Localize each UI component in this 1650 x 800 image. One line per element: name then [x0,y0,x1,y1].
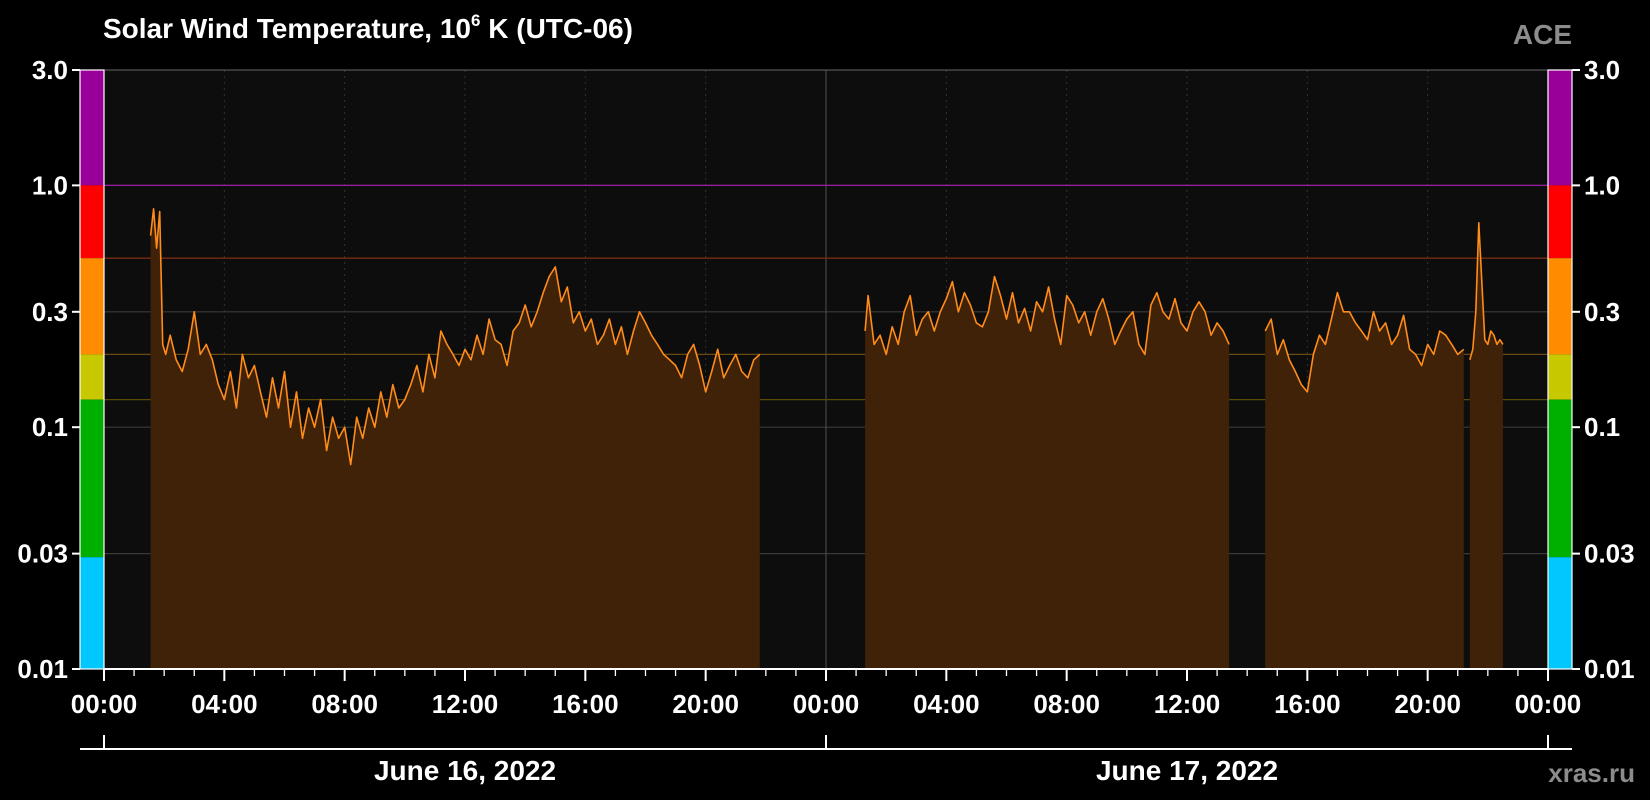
left-scale-band [80,557,104,669]
y-tick-label-right: 3.0 [1584,55,1620,85]
left-scale-band [80,70,104,186]
right-scale-bar [1547,69,1573,670]
x-axis: 00:00 04:00 08:00 12:00 16:00 20:00 00:00 04:00… [71,668,1582,719]
x-tick-label: 04:00 [913,689,980,719]
chart-title: Solar Wind Temperature, 106 K (UTC-06) [103,11,633,44]
chart-title-exponent: 6 [471,11,480,30]
y-axis-left: 3.0 1.0 0.3 0.1 0.03 0.01 [17,55,80,684]
right-scale-band [1548,70,1572,186]
x-tick-label: 00:00 [793,689,860,719]
solar-wind-temperature-chart: Solar Wind Temperature, 106 K (UTC-06) A… [17,11,1635,788]
y-tick-label-left: 1.0 [32,170,68,200]
y-tick-label-right: 1.0 [1584,170,1620,200]
y-tick-label-left: 0.3 [32,297,68,327]
y-tick-label-right: 0.01 [1584,654,1635,684]
y-tick-label-right: 0.3 [1584,297,1620,327]
x-tick-label: 08:00 [311,689,378,719]
x-tick-label: 20:00 [672,689,739,719]
x-tick-label: 16:00 [1274,689,1341,719]
right-scale-band [1548,185,1572,259]
x-tick-label: 00:00 [71,689,138,719]
date-axis: June 16, 2022 June 17, 2022 [80,735,1572,786]
y-tick-label-right: 0.03 [1584,539,1635,569]
x-tick-label: 08:00 [1033,689,1100,719]
temperature-fill-segment [865,276,1230,669]
right-scale-band [1548,399,1572,558]
x-tick-label: 16:00 [552,689,619,719]
x-tick-label: 04:00 [191,689,258,719]
credit-label: xras.ru [1548,758,1635,788]
date-label: June 16, 2022 [374,755,556,786]
y-tick-label-left: 0.01 [17,654,68,684]
left-scale-bar [79,69,105,670]
left-scale-band [80,258,104,355]
right-scale-band [1548,557,1572,669]
right-scale-band [1548,354,1572,400]
x-tick-label: 12:00 [1154,689,1221,719]
y-tick-label-left: 0.03 [17,539,68,569]
y-tick-label-left: 0.1 [32,412,68,442]
x-tick-label: 20:00 [1394,689,1461,719]
chart-title-tail: K (UTC-06) [480,13,632,44]
brand-label: ACE [1513,19,1572,50]
date-label: June 17, 2022 [1096,755,1278,786]
left-scale-band [80,399,104,558]
left-scale-band [80,185,104,259]
left-scale-band [80,354,104,400]
y-tick-label-left: 3.0 [32,55,68,85]
right-scale-band [1548,258,1572,355]
chart-title-main: Solar Wind Temperature, 10 [103,13,471,44]
y-axis-right: 3.0 1.0 0.3 0.1 0.03 0.01 [1572,55,1635,684]
x-tick-label: 12:00 [432,689,499,719]
y-tick-label-right: 0.1 [1584,412,1620,442]
x-tick-label: 00:00 [1515,689,1582,719]
